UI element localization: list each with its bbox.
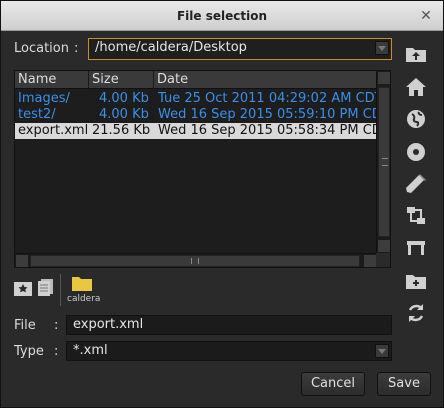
item-size: 4.00 Kb [99, 91, 149, 106]
type-label: Type [14, 344, 44, 359]
close-icon[interactable]: ✕ [419, 9, 433, 23]
home-icon[interactable] [404, 75, 428, 99]
item-name: export.xml [18, 123, 89, 138]
item-date: Wed 16 Sep 2015 05:58:34 PM CD [158, 123, 377, 138]
vertical-scrollbar[interactable] [376, 71, 390, 253]
network-icon[interactable] [404, 204, 428, 228]
column-header-name[interactable]: Name [15, 71, 89, 89]
scroll-left-button[interactable] [16, 255, 28, 267]
horizontal-scrollbar[interactable] [15, 253, 377, 267]
new-folder-icon[interactable] [404, 269, 428, 293]
file-type-select[interactable]: *.xml [66, 341, 392, 361]
recent-files-icon[interactable] [35, 278, 55, 298]
item-name: test2/ [18, 107, 56, 122]
location-input[interactable]: /home/caldera/Desktop [88, 38, 392, 60]
places-divider [60, 274, 61, 306]
location-label: Location [14, 41, 69, 56]
item-size: 21.56 Kb [92, 123, 151, 138]
list-item[interactable]: Images/ 4.00 Kb Tue 25 Oct 2011 04:29:02… [15, 91, 377, 107]
column-header-date[interactable]: Date [154, 71, 377, 89]
scroll-up-button[interactable] [378, 72, 390, 84]
type-dropdown-icon[interactable] [375, 344, 389, 358]
scroll-down-button[interactable] [378, 240, 390, 252]
file-separator: : [54, 318, 59, 333]
drive-icon[interactable] [404, 236, 428, 260]
usb-icon[interactable] [404, 172, 428, 196]
disc-icon[interactable] [404, 140, 428, 164]
location-separator: : [74, 41, 79, 56]
grip-icon [382, 158, 388, 166]
caldera-folder-icon[interactable] [72, 275, 92, 291]
location-value: /home/caldera/Desktop [95, 40, 247, 55]
vertical-scroll-thumb[interactable] [378, 87, 390, 237]
file-type-value: *.xml [73, 343, 108, 358]
item-date: Wed 16 Sep 2015 05:59:10 PM CD [158, 107, 377, 122]
window-title: File selection [176, 9, 268, 23]
title-bar: File selection ✕ [1, 1, 443, 31]
column-header-size[interactable]: Size [89, 71, 154, 89]
item-date: Tue 25 Oct 2011 04:29:02 AM CDT [158, 91, 377, 106]
file-name-value: export.xml [73, 317, 144, 332]
file-selection-dialog: File selection ✕ Location : /home/calder… [0, 0, 444, 408]
location-dropdown-icon[interactable] [375, 41, 389, 55]
globe-icon[interactable] [404, 107, 428, 131]
refresh-icon[interactable] [404, 301, 428, 325]
list-item[interactable]: test2/ 4.00 Kb Wed 16 Sep 2015 05:59:10 … [15, 107, 377, 123]
horizontal-scroll-thumb[interactable] [30, 255, 360, 267]
caldera-folder-label[interactable]: caldera [67, 294, 100, 304]
bookmark-icon[interactable] [14, 279, 34, 297]
folder-up-icon[interactable] [404, 42, 428, 66]
list-item-selected[interactable]: export.xml 21.56 Kb Wed 16 Sep 2015 05:5… [15, 123, 377, 139]
file-label: File [14, 318, 36, 333]
scroll-corner [376, 253, 390, 267]
type-separator: : [54, 344, 59, 359]
grip-icon [191, 258, 199, 264]
item-size: 4.00 Kb [99, 107, 149, 122]
cancel-button[interactable]: Cancel [301, 372, 365, 396]
file-list-header: Name Size Date [15, 71, 377, 89]
save-button[interactable]: Save [377, 372, 431, 396]
item-name: Images/ [18, 91, 70, 106]
file-name-input[interactable]: export.xml [66, 315, 392, 335]
scroll-right-button[interactable] [364, 255, 376, 267]
file-list[interactable]: Name Size Date Images/ 4.00 Kb Tue 25 Oc… [14, 70, 391, 268]
